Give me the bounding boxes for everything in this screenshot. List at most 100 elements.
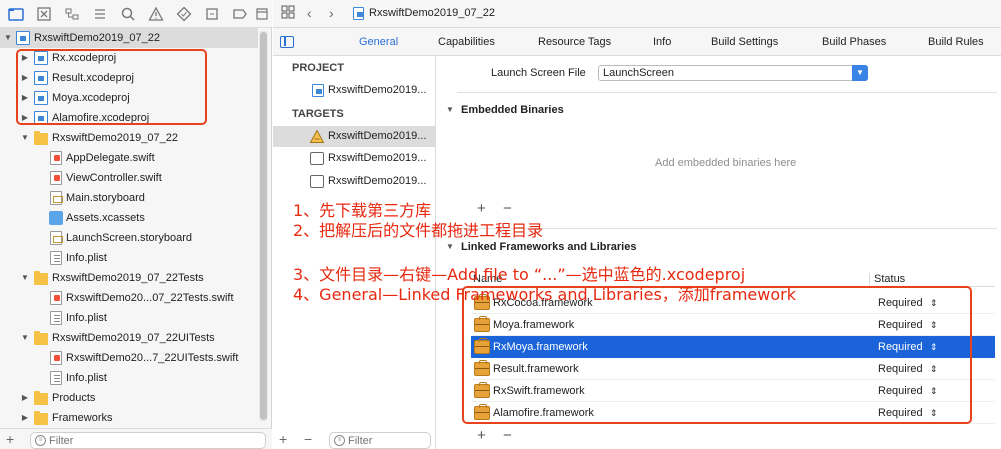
embedded-binaries-header[interactable]: ▼ Embedded Binaries: [446, 104, 564, 116]
framework-icon: [474, 338, 490, 354]
search-icon[interactable]: [120, 6, 136, 22]
tree-row-project[interactable]: ▼ RxswiftDemo2019_07_22: [0, 28, 258, 48]
targets-filter-input[interactable]: [348, 434, 428, 448]
tree-row-file[interactable]: RxswiftDemo20...07_22Tests.swift: [0, 288, 258, 308]
tree-row-group[interactable]: ▼ RxswiftDemo2019_07_22: [0, 128, 258, 148]
back-icon[interactable]: ‹: [307, 5, 312, 21]
sidebar-toggle-icon[interactable]: [280, 36, 294, 48]
launch-screen-select[interactable]: LaunchScreen ▼: [598, 65, 868, 81]
tab-info[interactable]: Info: [653, 36, 671, 48]
tab-build-rules[interactable]: Build Rules: [928, 36, 984, 48]
framework-status[interactable]: Required: [878, 336, 923, 358]
framework-status[interactable]: Required: [878, 314, 923, 336]
project-icon: [16, 31, 30, 45]
linked-frameworks-header[interactable]: ▼ Linked Frameworks and Libraries: [446, 241, 636, 253]
navigator-scrollbar[interactable]: [259, 30, 268, 422]
source-control-icon[interactable]: [36, 6, 52, 22]
framework-status[interactable]: Required: [878, 358, 923, 380]
disclosure-closed-icon[interactable]: ▶: [20, 108, 30, 128]
disclosure-closed-icon[interactable]: ▶: [20, 88, 30, 108]
storyboard-icon: [50, 191, 63, 205]
scrollbar-thumb[interactable]: [260, 32, 267, 420]
add-framework-button[interactable]: +: [477, 428, 486, 443]
tree-row-file[interactable]: ViewController.swift: [0, 168, 258, 188]
add-embedded-button[interactable]: +: [477, 201, 486, 216]
tab-general[interactable]: General: [359, 36, 398, 48]
add-target-button[interactable]: +: [279, 432, 287, 446]
target-row[interactable]: RxswiftDemo2019...: [273, 148, 436, 169]
tree-row-file[interactable]: RxswiftDemo20...7_22UITests.swift: [0, 348, 258, 368]
target-row[interactable]: RxswiftDemo2019...: [273, 126, 436, 147]
tab-build-settings[interactable]: Build Settings: [711, 36, 778, 48]
swift-file-icon: [50, 171, 62, 185]
disclosure-open-icon[interactable]: ▼: [20, 128, 30, 148]
related-items-icon[interactable]: [281, 5, 295, 22]
stepper-chevrons-icon[interactable]: ⇕: [930, 380, 938, 402]
column-header-status[interactable]: Status: [874, 273, 905, 285]
tree-row-file[interactable]: Assets.xcassets: [0, 208, 258, 228]
framework-status[interactable]: Required: [878, 402, 923, 424]
project-navigator: ▼ RxswiftDemo2019_07_22 ▶ Rx.xcodeproj ▶…: [0, 0, 272, 449]
framework-name: Result.framework: [493, 363, 579, 375]
target-row[interactable]: RxswiftDemo2019...: [273, 171, 436, 192]
stepper-chevrons-icon[interactable]: ⇕: [930, 358, 938, 380]
stepper-chevrons-icon[interactable]: ⇕: [930, 336, 938, 358]
tree-row-file[interactable]: LaunchScreen.storyboard: [0, 228, 258, 248]
framework-row[interactable]: Result.framework Required ⇕: [471, 358, 995, 380]
tab-build-phases[interactable]: Build Phases: [822, 36, 886, 48]
tree-row-file[interactable]: Info.plist: [0, 368, 258, 388]
forward-icon[interactable]: ›: [329, 5, 334, 21]
navigator-filter-field[interactable]: ≡: [30, 432, 266, 449]
breakpoint-icon[interactable]: [232, 6, 248, 22]
warning-icon[interactable]: [148, 6, 164, 22]
remove-target-button[interactable]: −: [304, 432, 312, 446]
targets-filter-field[interactable]: ≡: [329, 432, 431, 449]
framework-row[interactable]: Moya.framework Required ⇕: [471, 314, 995, 336]
debug-icon[interactable]: [204, 6, 220, 22]
disclosure-open-icon[interactable]: ▼: [3, 28, 13, 48]
stepper-chevrons-icon[interactable]: ⇕: [930, 292, 938, 314]
remove-embedded-button[interactable]: −: [503, 201, 512, 216]
jumpbar-file[interactable]: RxswiftDemo2019_07_22: [369, 7, 495, 19]
disclosure-open-icon[interactable]: ▼: [446, 105, 454, 114]
tree-row-subproject[interactable]: ▶ Rx.xcodeproj: [0, 48, 258, 68]
tree-row-file[interactable]: Main.storyboard: [0, 188, 258, 208]
tree-row-group[interactable]: ▶ Products: [0, 388, 258, 408]
disclosure-closed-icon[interactable]: ▶: [20, 388, 30, 408]
disclosure-open-icon[interactable]: ▼: [20, 268, 30, 288]
framework-name: Alamofire.framework: [493, 407, 594, 419]
framework-status[interactable]: Required: [878, 292, 923, 314]
tree-row-file[interactable]: AppDelegate.swift: [0, 148, 258, 168]
project-item[interactable]: RxswiftDemo2019...: [328, 84, 426, 96]
tab-resource-tags[interactable]: Resource Tags: [538, 36, 611, 48]
stepper-chevrons-icon[interactable]: ⇕: [930, 314, 938, 336]
tree-row-subproject[interactable]: ▶ Result.xcodeproj: [0, 68, 258, 88]
navigator-filter-input[interactable]: [49, 434, 249, 448]
hierarchy-icon[interactable]: [64, 6, 80, 22]
disclosure-closed-icon[interactable]: ▶: [20, 68, 30, 88]
tree-row-group[interactable]: ▼ RxswiftDemo2019_07_22Tests: [0, 268, 258, 288]
tree-row-group[interactable]: ▶ Frameworks: [0, 408, 258, 428]
framework-status[interactable]: Required: [878, 380, 923, 402]
framework-row-selected[interactable]: RxMoya.framework Required ⇕: [471, 336, 995, 358]
tree-row-subproject[interactable]: ▶ Moya.xcodeproj: [0, 88, 258, 108]
tree-row-file[interactable]: Info.plist: [0, 308, 258, 328]
tree-row-subproject[interactable]: ▶ Alamofire.xcodeproj: [0, 108, 258, 128]
add-icon[interactable]: +: [6, 431, 14, 447]
folder-icon: [34, 331, 48, 345]
disclosure-open-icon[interactable]: ▼: [20, 328, 30, 348]
framework-row[interactable]: RxSwift.framework Required ⇕: [471, 380, 995, 402]
tree-row-file[interactable]: Info.plist: [0, 248, 258, 268]
hierarchy-list-icon[interactable]: [92, 6, 108, 22]
tree-row-group[interactable]: ▼ RxswiftDemo2019_07_22UITests: [0, 328, 258, 348]
tab-capabilities[interactable]: Capabilities: [438, 36, 495, 48]
disclosure-open-icon[interactable]: ▼: [446, 242, 454, 251]
folder-icon[interactable]: [8, 6, 24, 22]
disclosure-closed-icon[interactable]: ▶: [20, 48, 30, 68]
stepper-chevrons-icon[interactable]: ⇕: [930, 402, 938, 424]
test-icon[interactable]: [176, 6, 192, 22]
framework-row[interactable]: Alamofire.framework Required ⇕: [471, 402, 995, 424]
report-icon[interactable]: [254, 6, 270, 22]
remove-framework-button[interactable]: −: [503, 428, 512, 443]
disclosure-closed-icon[interactable]: ▶: [20, 408, 30, 428]
